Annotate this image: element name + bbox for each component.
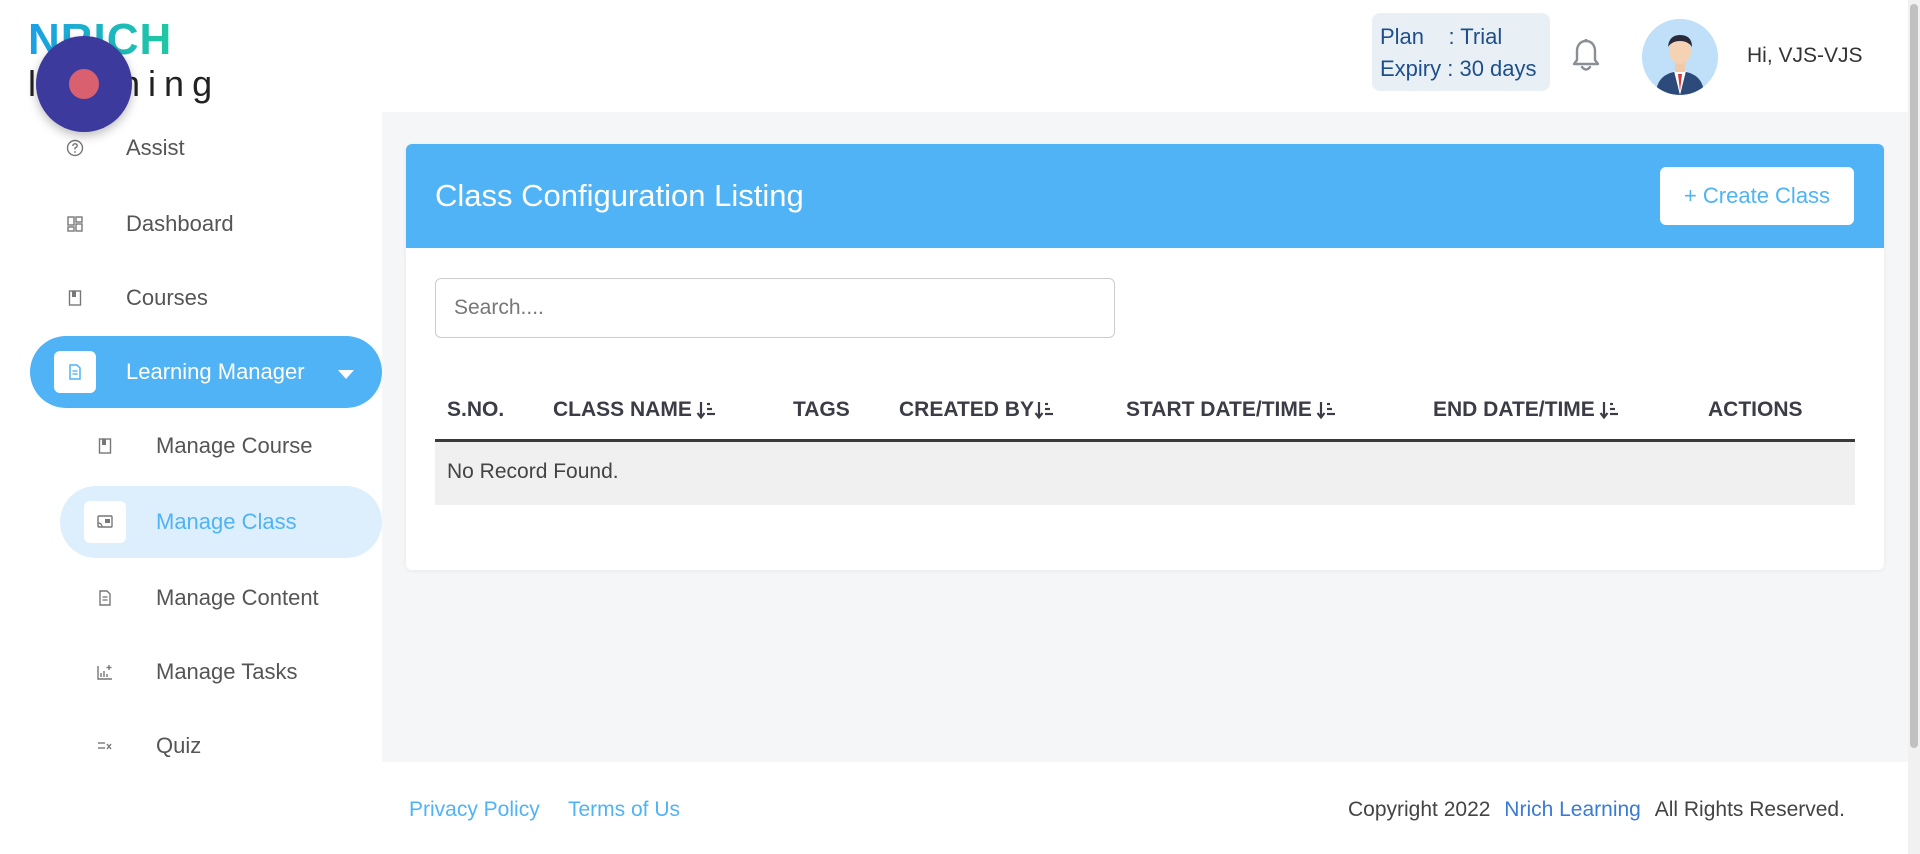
page-footer: Privacy Policy Terms of Us Copyright 202… bbox=[382, 762, 1908, 854]
privacy-policy-link[interactable]: Privacy Policy bbox=[409, 798, 540, 822]
card-header: Class Configuration Listing + Create Cla… bbox=[406, 144, 1884, 248]
column-class-name[interactable]: CLASS NAME bbox=[553, 398, 718, 422]
sidebar-nav: Assist Dashboard Courses Learning Manage… bbox=[0, 112, 382, 854]
record-dot-icon bbox=[69, 69, 99, 99]
notification-bell-icon[interactable] bbox=[1570, 38, 1602, 74]
document-icon bbox=[84, 577, 126, 619]
book-icon bbox=[84, 425, 126, 467]
rights-text: All Rights Reserved. bbox=[1654, 798, 1845, 821]
copyright-prefix: Copyright 2022 bbox=[1348, 798, 1491, 821]
column-actions: ACTIONS bbox=[1708, 398, 1803, 422]
sidebar-item-manage-tasks[interactable]: Manage Tasks bbox=[84, 636, 382, 708]
column-label: CLASS NAME bbox=[553, 398, 692, 421]
page-scrollbar[interactable] bbox=[1908, 0, 1920, 854]
plan-info-box: Plan : Trial Expiry : 30 days bbox=[1372, 13, 1550, 91]
sidebar-item-dashboard[interactable]: Dashboard bbox=[54, 188, 374, 260]
class-listing-card: Class Configuration Listing + Create Cla… bbox=[406, 144, 1884, 570]
sidebar-item-courses[interactable]: Courses bbox=[54, 262, 374, 334]
sidebar-item-quiz[interactable]: Quiz bbox=[84, 710, 382, 782]
sidebar-item-label: Courses bbox=[126, 285, 208, 310]
sort-icon[interactable] bbox=[1316, 399, 1338, 421]
column-created-by[interactable]: CREATED BY bbox=[899, 398, 1056, 422]
page-title: Class Configuration Listing bbox=[435, 178, 804, 213]
user-greeting[interactable]: Hi, VJS-VJS bbox=[1747, 44, 1863, 68]
column-sno: S.NO. bbox=[447, 398, 504, 422]
sidebar-item-label: Dashboard bbox=[126, 211, 234, 236]
plan-expiry: Expiry : 30 days bbox=[1380, 56, 1537, 81]
search-input[interactable] bbox=[435, 278, 1115, 338]
main-content: Class Configuration Listing + Create Cla… bbox=[382, 112, 1908, 762]
empty-table-message: No Record Found. bbox=[435, 442, 1855, 505]
assist-floating-button[interactable] bbox=[36, 36, 132, 132]
column-label: TAGS bbox=[793, 398, 850, 421]
sort-icon[interactable] bbox=[1034, 399, 1056, 421]
sidebar-item-label: Manage Class bbox=[156, 509, 297, 534]
column-label: CREATED BY bbox=[899, 398, 1034, 421]
sidebar-item-label: Quiz bbox=[156, 733, 202, 758]
sidebar-item-label: Manage Content bbox=[156, 585, 319, 610]
brand-link[interactable]: Nrich Learning bbox=[1504, 798, 1641, 821]
user-avatar[interactable] bbox=[1642, 19, 1718, 95]
book-icon bbox=[54, 277, 96, 319]
column-label: END DATE/TIME bbox=[1433, 398, 1595, 421]
sort-icon[interactable] bbox=[696, 399, 718, 421]
sort-icon[interactable] bbox=[1599, 399, 1621, 421]
help-circle-icon bbox=[54, 127, 96, 169]
sidebar-item-manage-content[interactable]: Manage Content bbox=[84, 562, 382, 634]
scrollbar-thumb[interactable] bbox=[1910, 4, 1918, 748]
dashboard-grid-icon bbox=[54, 203, 96, 245]
class-table: S.NO. CLASS NAME TAGS CREATED BY START D… bbox=[435, 378, 1855, 505]
chart-plus-icon bbox=[84, 651, 126, 693]
column-start-date[interactable]: START DATE/TIME bbox=[1126, 398, 1338, 422]
document-icon bbox=[54, 351, 96, 393]
sidebar-item-learning-manager[interactable]: Learning Manager bbox=[30, 336, 382, 408]
sidebar-item-label: Manage Tasks bbox=[156, 659, 298, 684]
sidebar-item-manage-course[interactable]: Manage Course bbox=[84, 410, 382, 482]
sidebar-item-manage-class[interactable]: Manage Class bbox=[60, 486, 382, 558]
cast-icon bbox=[84, 501, 126, 543]
column-tags: TAGS bbox=[793, 398, 850, 422]
column-label: ACTIONS bbox=[1708, 398, 1803, 421]
sidebar-item-label: Assist bbox=[126, 135, 185, 160]
column-label: START DATE/TIME bbox=[1126, 398, 1312, 421]
chevron-down-icon bbox=[338, 370, 354, 379]
plan-type: Plan : Trial bbox=[1380, 24, 1503, 49]
table-header: S.NO. CLASS NAME TAGS CREATED BY START D… bbox=[435, 378, 1855, 442]
list-check-icon bbox=[84, 725, 126, 767]
sidebar-item-label: Manage Course bbox=[156, 433, 313, 458]
terms-link[interactable]: Terms of Us bbox=[568, 798, 680, 822]
column-end-date[interactable]: END DATE/TIME bbox=[1433, 398, 1621, 422]
copyright-text: Copyright 2022 Nrich Learning All Rights… bbox=[1348, 798, 1845, 822]
sidebar-item-label: Learning Manager bbox=[126, 359, 305, 384]
top-header: NRICH learning Plan : Trial Expiry : 30 … bbox=[0, 0, 1908, 112]
column-label: S.NO. bbox=[447, 398, 505, 421]
create-class-button[interactable]: + Create Class bbox=[1660, 167, 1854, 225]
